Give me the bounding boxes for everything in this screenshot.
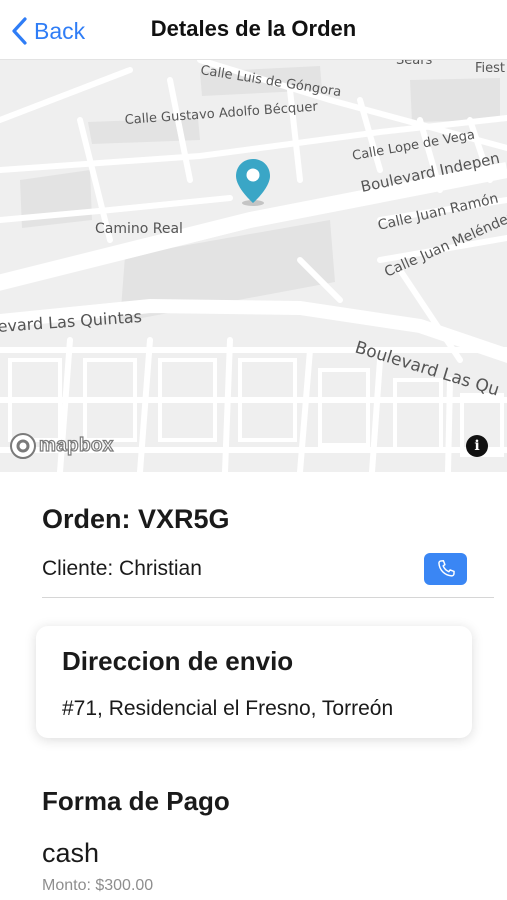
shipping-address: #71, Residencial el Fresno, Torreón xyxy=(62,697,394,720)
payment-amount: Monto: $300.00 xyxy=(42,877,154,894)
client-name: Cliente: Christian xyxy=(42,557,202,580)
shipping-title: Direccion de envio xyxy=(62,646,294,676)
phone-icon xyxy=(437,560,455,577)
order-title: Orden: VXR5G xyxy=(42,504,230,534)
map-label-camino-real: Camino Real xyxy=(95,221,183,237)
shipping-address-card: Direccion de envio #71, Residencial el F… xyxy=(36,626,472,738)
mapbox-wordmark: mapbox xyxy=(38,434,114,456)
map-base-layer: Calle Luis de Góngora Sears Fiest Calle … xyxy=(0,60,507,472)
mapbox-logo[interactable]: mapbox xyxy=(9,432,114,460)
divider xyxy=(42,597,494,598)
map-view[interactable]: Calle Luis de Góngora Sears Fiest Calle … xyxy=(0,60,507,472)
call-button[interactable] xyxy=(424,553,467,585)
payment-method: cash xyxy=(42,838,100,868)
map-info-button[interactable]: i xyxy=(466,435,488,457)
location-pin-icon[interactable] xyxy=(234,157,272,207)
map-label-fiesta: Fiest xyxy=(475,61,505,76)
payment-title: Forma de Pago xyxy=(42,786,230,816)
map-label-sears: Sears xyxy=(396,60,433,68)
mapbox-icon xyxy=(10,433,36,459)
nav-bar: Back Detales de la Orden xyxy=(0,0,507,60)
page-title: Detales de la Orden xyxy=(150,16,357,41)
